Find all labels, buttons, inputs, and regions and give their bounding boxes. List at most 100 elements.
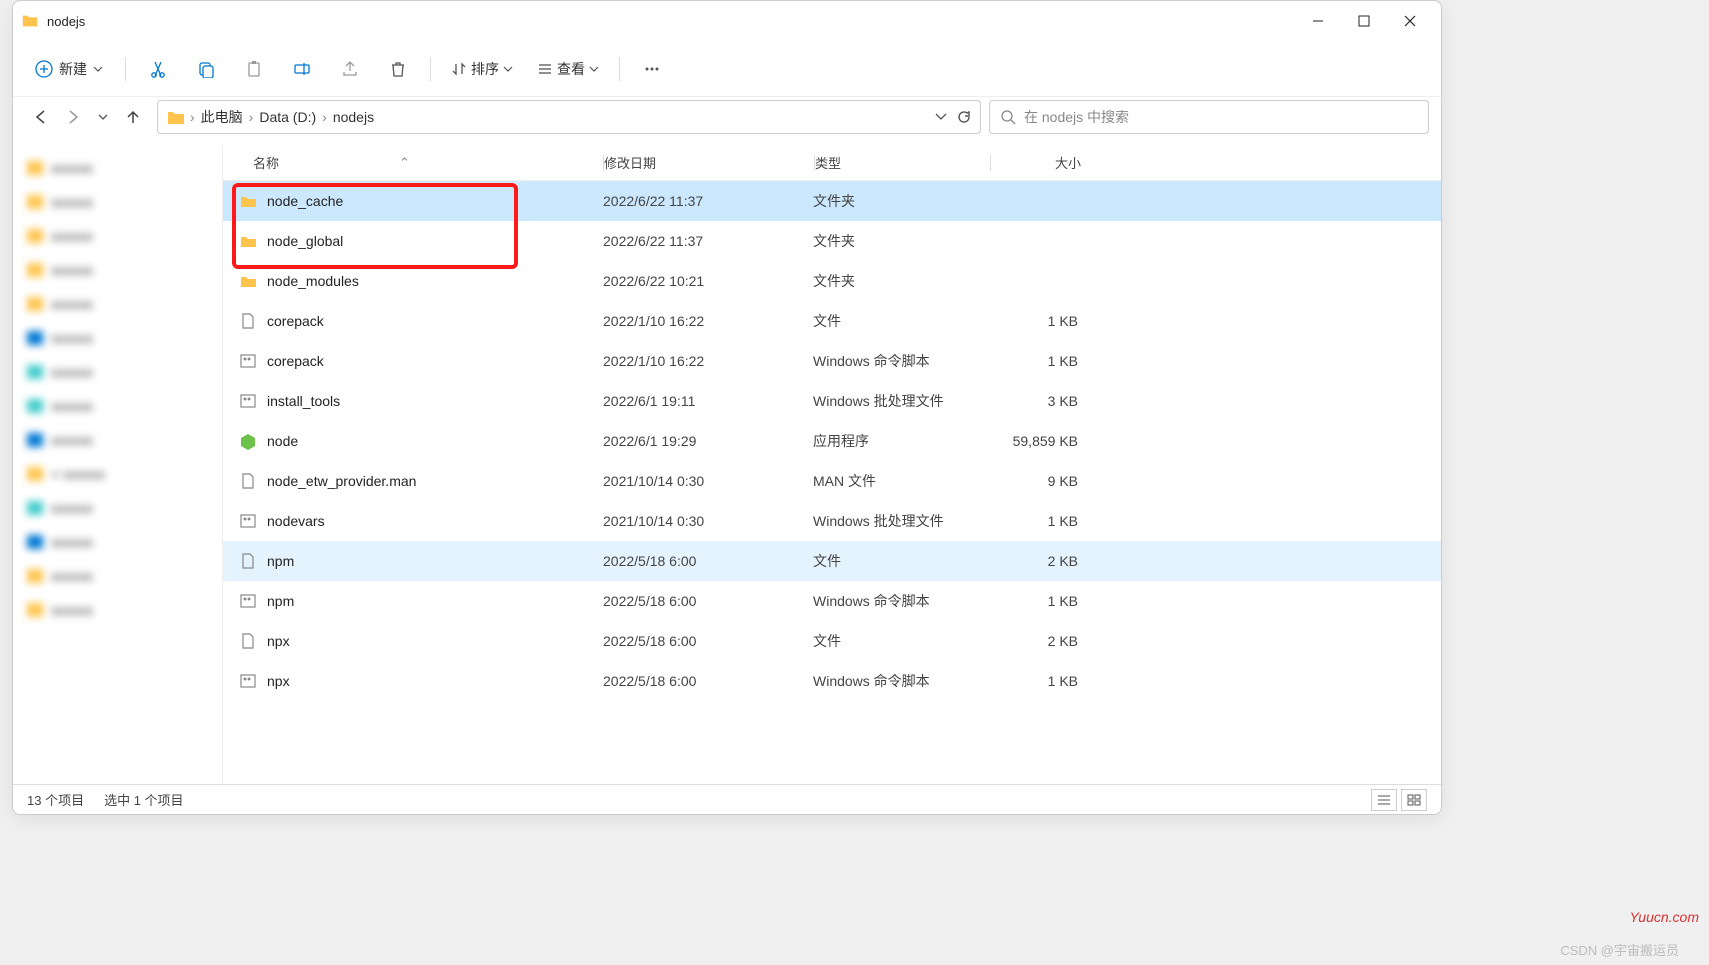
watermark-yuucn: Yuucn.com [1629,909,1699,925]
body: xxxxxx xxxxxx xxxxxx xxxxxx xxxxxx xxxxx… [13,145,1441,784]
share-button[interactable] [330,51,370,87]
file-type: Windows 命令脚本 [813,671,988,691]
recent-dropdown[interactable] [97,111,109,123]
file-type: MAN 文件 [813,471,988,491]
file-icon [239,552,257,570]
sidebar-item[interactable]: xxxxxx [17,593,218,627]
file-modified: 2022/6/22 11:37 [603,233,813,249]
sidebar-item[interactable]: xxxxxx [17,185,218,219]
file-modified: 2022/5/18 6:00 [603,673,813,689]
nav-arrows [25,109,149,125]
window-title: nodejs [47,14,85,29]
col-size[interactable]: 大小 [991,153,1091,172]
delete-button[interactable] [378,51,418,87]
file-row[interactable]: install_tools2022/6/1 19:11Windows 批处理文件… [223,381,1441,421]
file-row[interactable]: node_global2022/6/22 11:37文件夹 [223,221,1441,261]
breadcrumb-item[interactable]: 此电脑 [201,107,243,127]
file-type: Windows 批处理文件 [813,511,988,531]
back-button[interactable] [33,109,49,125]
col-modified[interactable]: 修改日期 [604,153,814,172]
col-type[interactable]: 类型 [815,153,990,172]
file-type: 文件 [813,551,988,571]
file-type: Windows 批处理文件 [813,391,988,411]
file-modified: 2022/5/18 6:00 [603,553,813,569]
sidebar-item[interactable]: xxxxxx [17,423,218,457]
file-pane: 名称 ⌃ 修改日期 类型 大小 node_cache2022/6/22 11:3… [223,145,1441,784]
file-modified: 2022/5/18 6:00 [603,593,813,609]
file-row[interactable]: npx2022/5/18 6:00Windows 命令脚本1 KB [223,661,1441,701]
file-icon [239,472,257,490]
address-dropdown[interactable] [934,109,948,125]
cmd-icon [239,392,257,410]
new-button[interactable]: 新建 [25,53,113,85]
file-list[interactable]: node_cache2022/6/22 11:37文件夹node_global2… [223,181,1441,784]
address-bar[interactable]: › 此电脑 › Data (D:) › nodejs [157,100,981,134]
node-icon [239,432,257,450]
sidebar-item[interactable]: xxxxxx [17,491,218,525]
file-size: 1 KB [988,673,1088,689]
separator [619,57,620,81]
status-bar: 13 个项目 选中 1 个项目 [13,784,1441,814]
column-headers[interactable]: 名称 ⌃ 修改日期 类型 大小 [223,145,1441,181]
file-row[interactable]: npm2022/5/18 6:00文件2 KB [223,541,1441,581]
forward-button[interactable] [65,109,81,125]
file-row[interactable]: npx2022/5/18 6:00文件2 KB [223,621,1441,661]
details-view-button[interactable] [1371,789,1397,811]
icons-view-button[interactable] [1401,789,1427,811]
file-size: 1 KB [988,513,1088,529]
minimize-button[interactable] [1295,5,1341,37]
cmd-icon [239,672,257,690]
sidebar-item[interactable]: xxxxxx [17,559,218,593]
file-row[interactable]: corepack2022/1/10 16:22Windows 命令脚本1 KB [223,341,1441,381]
file-row[interactable]: node2022/6/1 19:29应用程序59,859 KB [223,421,1441,461]
titlebar[interactable]: nodejs [13,1,1441,41]
copy-button[interactable] [186,51,226,87]
file-row[interactable]: nodevars2021/10/14 0:30Windows 批处理文件1 KB [223,501,1441,541]
file-type: Windows 命令脚本 [813,591,988,611]
up-button[interactable] [125,109,141,125]
refresh-button[interactable] [956,109,972,125]
view-icon [537,61,553,77]
maximize-button[interactable] [1341,5,1387,37]
file-modified: 2022/6/22 10:21 [603,273,813,289]
file-name: node_cache [267,193,343,209]
sidebar-item[interactable]: xxxxxx [17,219,218,253]
col-name[interactable]: 名称 ⌃ [223,153,603,172]
sidebar[interactable]: xxxxxx xxxxxx xxxxxx xxxxxx xxxxxx xxxxx… [13,145,223,784]
file-name: corepack [267,353,324,369]
navigation-row: › 此电脑 › Data (D:) › nodejs 在 nodejs 中搜索 [13,97,1441,145]
more-button[interactable] [632,51,672,87]
sidebar-item[interactable]: xxxxxx [17,355,218,389]
file-type: 文件 [813,631,988,651]
sidebar-item[interactable]: xxxxxx [17,253,218,287]
close-button[interactable] [1387,5,1433,37]
file-row[interactable]: node_modules2022/6/22 10:21文件夹 [223,261,1441,301]
file-row[interactable]: node_etw_provider.man2021/10/14 0:30MAN … [223,461,1441,501]
separator [125,57,126,81]
file-row[interactable]: corepack2022/1/10 16:22文件1 KB [223,301,1441,341]
address-actions [934,109,972,125]
sidebar-item[interactable]: xxxxxx [17,525,218,559]
file-row[interactable]: npm2022/5/18 6:00Windows 命令脚本1 KB [223,581,1441,621]
file-size: 1 KB [988,313,1088,329]
sidebar-item[interactable]: < xxxxxx [17,457,218,491]
selection-count: 选中 1 个项目 [104,790,183,809]
sidebar-item[interactable]: xxxxxx [17,389,218,423]
view-button[interactable]: 查看 [529,53,607,85]
sort-button[interactable]: 排序 [443,53,521,85]
sidebar-item[interactable]: xxxxxx [17,321,218,355]
file-size: 9 KB [988,473,1088,489]
view-label: 查看 [557,59,585,79]
search-box[interactable]: 在 nodejs 中搜索 [989,100,1429,134]
file-name: node_modules [267,273,359,289]
file-modified: 2021/10/14 0:30 [603,513,813,529]
watermark-csdn: CSDN @宇宙搬运员 [1560,940,1679,959]
paste-button[interactable] [234,51,274,87]
sidebar-item[interactable]: xxxxxx [17,287,218,321]
rename-button[interactable] [282,51,322,87]
file-row[interactable]: node_cache2022/6/22 11:37文件夹 [223,181,1441,221]
cut-button[interactable] [138,51,178,87]
breadcrumb-item[interactable]: Data (D:) [259,109,316,125]
breadcrumb-item[interactable]: nodejs [333,109,374,125]
sidebar-item[interactable]: xxxxxx [17,151,218,185]
